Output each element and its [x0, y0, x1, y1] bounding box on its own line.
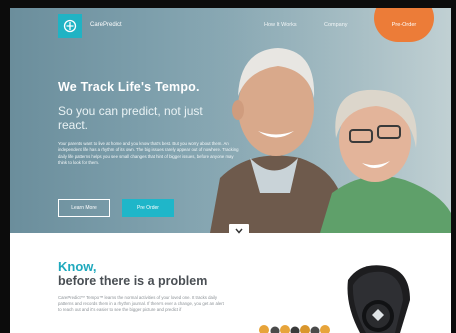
know-body-text: CarePredict™ Tempo™ learns the normal ac… — [58, 295, 224, 313]
nav-preorder-button[interactable]: Pre-Order — [374, 8, 434, 42]
learn-more-button[interactable]: Learn More — [58, 199, 110, 217]
web-page: CarePredict How It Works Company Pre-Ord… — [10, 8, 451, 333]
scroll-down-button[interactable] — [229, 224, 249, 238]
hero-body-text: Your parents want to live at home and yo… — [58, 141, 239, 165]
know-subtitle: before there is a problem — [58, 274, 208, 288]
top-nav: CarePredict How It Works Company Pre-Ord… — [10, 8, 451, 42]
bracelet-beads — [259, 325, 330, 333]
brand-name[interactable]: CarePredict — [90, 22, 122, 28]
chevron-down-icon — [235, 228, 243, 234]
nav-link-how-it-works[interactable]: How It Works — [264, 22, 297, 28]
tempo-wristband-image — [259, 265, 410, 333]
hero-section: CarePredict How It Works Company Pre-Ord… — [10, 8, 451, 233]
carepredict-logo-icon — [63, 19, 77, 33]
pre-order-button[interactable]: Pre Order — [122, 199, 174, 217]
logo-button[interactable] — [58, 14, 82, 38]
nav-link-company[interactable]: Company — [324, 22, 348, 28]
hero-subheadline: So you can predict, not just react. — [58, 104, 203, 132]
hero-headline: We Track Life's Tempo. — [58, 80, 200, 94]
know-title: Know, — [58, 259, 97, 274]
